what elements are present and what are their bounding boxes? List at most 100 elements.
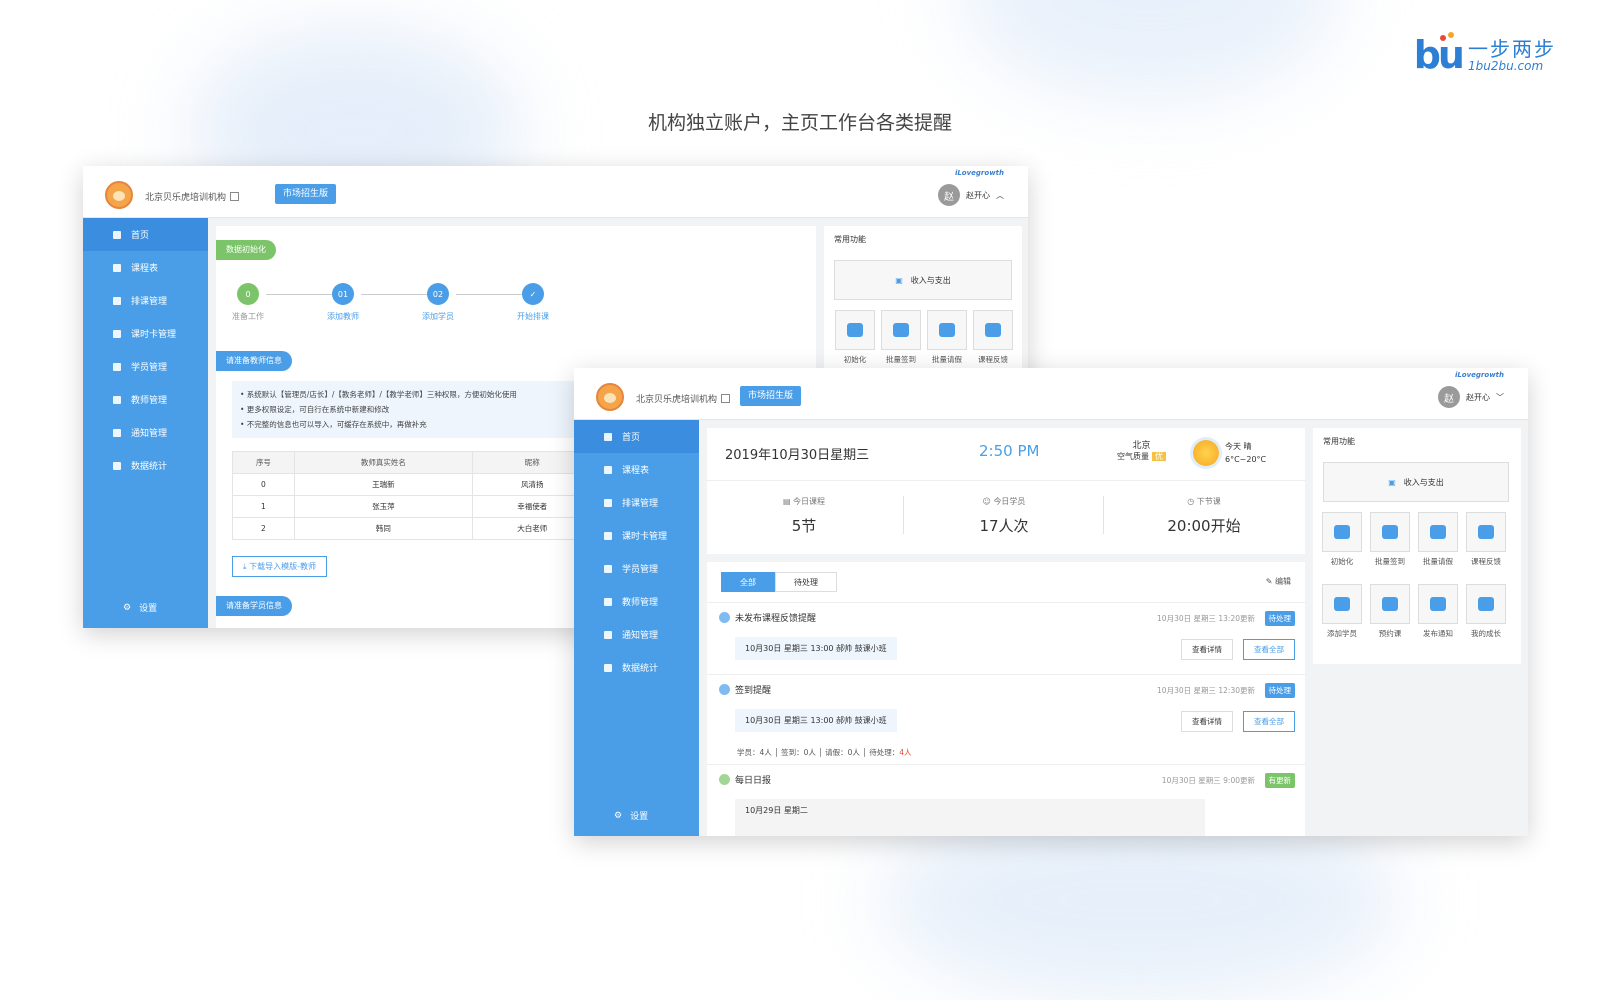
reminder-panel: 全部 待处理 ✎ 编辑 未发布课程反馈提醒 10月30日 星期三 13:20更新… (707, 562, 1305, 836)
settings-button[interactable]: ⚙ 设置 (614, 809, 648, 823)
qrcode-icon[interactable] (230, 192, 240, 201)
view-all-button[interactable]: 查看全部 (1243, 639, 1295, 660)
top-bar: iLovegrowth 北京贝乐虎培训机构 市场招生版 赵 赵开心 ︿ (83, 166, 1028, 218)
view-detail-button[interactable]: 查看详情 (1181, 711, 1233, 732)
status-badge: 待处理 (1264, 611, 1295, 626)
city-aqi: 北京 空气质量优 (1117, 438, 1166, 462)
sidebar-item-label: 通知管理 (131, 429, 168, 439)
view-detail-button[interactable]: 查看详情 (1181, 639, 1233, 660)
calendar-grid-icon (604, 465, 612, 474)
col-header: 教师真实姓名 (293, 451, 473, 474)
tab-all[interactable]: 全部 (721, 572, 775, 592)
user-icon: ☺ (982, 497, 994, 506)
quick-action[interactable]: 添加学员 (1321, 584, 1363, 639)
sidebar-item[interactable]: 课时卡管理 (574, 519, 699, 552)
quick-action[interactable]: 批量签到 (1369, 512, 1411, 567)
quick-action-icon (1478, 525, 1494, 539)
sidebar-item[interactable]: 课程表 (83, 251, 208, 284)
sidebar-item-label: 课程表 (131, 264, 159, 274)
sidebar-item[interactable]: 教师管理 (83, 383, 208, 416)
student-info-tag: 请准备学员信息 (216, 596, 292, 616)
sidebar-item[interactable]: 学员管理 (574, 552, 699, 585)
sidebar-item-label: 通知管理 (622, 631, 659, 641)
quick-action-icon (1382, 597, 1398, 611)
quick-action-icon (1334, 525, 1350, 539)
status-badge: 有更新 (1264, 773, 1295, 788)
stat-next-class: ◷ 下节课 20:00开始 (1167, 497, 1241, 535)
reminder-icon (719, 684, 730, 695)
quick-action[interactable]: 课程反馈 (1465, 512, 1507, 567)
quick-action-label: 批量请假 (1423, 557, 1453, 566)
user-menu[interactable]: 赵 赵开心 ﹀ (1438, 386, 1504, 408)
quick-action[interactable]: 预约课 (1369, 584, 1411, 639)
sidebar-item[interactable]: 教师管理 (574, 585, 699, 618)
sidebar-item-label: 数据统计 (131, 462, 168, 472)
init-step[interactable]: 02 添加学员 (408, 283, 468, 322)
quick-action[interactable]: 初始化 (1321, 512, 1363, 567)
bar-chart-icon (113, 461, 121, 470)
brand-name-cn: 一步两步 (1468, 37, 1556, 61)
brand-url: 1bu2bu.com (1468, 59, 1544, 73)
quick-action-icon (847, 323, 863, 337)
card-icon (113, 329, 121, 338)
sidebar-item[interactable]: 通知管理 (83, 416, 208, 449)
sidebar-item[interactable]: 首页 (83, 218, 208, 251)
reminder-daily-report: 每日日报 10月30日 星期三 9:00更新 有更新 10月29日 星期二 (707, 764, 1305, 836)
current-date: 2019年10月30日星期三 (725, 448, 870, 463)
bell-icon (604, 630, 612, 639)
quick-action-label: 课程反馈 (978, 355, 1008, 364)
tab-pending[interactable]: 待处理 (775, 572, 837, 592)
quick-action-label: 初始化 (1330, 557, 1354, 566)
org-logo-icon (105, 181, 133, 209)
quick-action[interactable]: 发布通知 (1417, 584, 1459, 639)
quick-action[interactable]: 课程反馈 (972, 310, 1014, 365)
schedule-icon (113, 296, 121, 305)
col-header: 序号 (232, 451, 295, 474)
sidebar-item[interactable]: 首页 (574, 420, 699, 453)
edit-button[interactable]: ✎ 编辑 (1266, 576, 1291, 587)
city-name: 北京 (1132, 441, 1151, 451)
user-name: 赵开心 (966, 190, 990, 200)
view-all-button[interactable]: 查看全部 (1243, 711, 1295, 732)
current-time: 2:50 PM (979, 442, 1040, 460)
init-step[interactable]: 0 准备工作 (218, 283, 278, 322)
sidebar-item-label: 首页 (131, 231, 150, 241)
app-window-home: iLovegrowth 北京贝乐虎培训机构 市场招生版 赵 赵开心 ﹀ 首页 课程… (574, 368, 1528, 836)
settings-button[interactable]: ⚙ 设置 (123, 601, 157, 615)
edition-badge[interactable]: 市场招生版 (275, 184, 337, 204)
sidebar-item[interactable]: 数据统计 (83, 449, 208, 482)
sidebar-item-label: 教师管理 (131, 396, 168, 406)
quick-action-label: 我的成长 (1471, 629, 1501, 638)
quick-action[interactable]: 批量请假 (926, 310, 968, 365)
init-step[interactable]: 01 添加教师 (313, 283, 373, 322)
quick-action-icon (985, 323, 1001, 337)
tagline: iLovegrowth (1454, 371, 1504, 379)
gear-icon: ⚙ (123, 602, 132, 613)
user-name: 赵开心 (1466, 392, 1490, 402)
qrcode-icon[interactable] (721, 394, 731, 403)
income-expense-button[interactable]: ▣ 收入与支出 (834, 260, 1012, 300)
quick-action[interactable]: 初始化 (834, 310, 876, 365)
sidebar-item[interactable]: 通知管理 (574, 618, 699, 651)
sidebar-item[interactable]: 课程表 (574, 453, 699, 486)
quick-action[interactable]: 我的成长 (1465, 584, 1507, 639)
sidebar-item[interactable]: 学员管理 (83, 350, 208, 383)
sidebar-item[interactable]: 数据统计 (574, 651, 699, 684)
init-step[interactable]: ✓ 开始排课 (503, 283, 563, 322)
sidebar-item[interactable]: 课时卡管理 (83, 317, 208, 350)
sidebar-item-label: 排课管理 (131, 297, 168, 307)
sidebar-item-label: 数据统计 (622, 664, 659, 674)
sidebar-item-label: 首页 (622, 433, 641, 443)
download-template-button[interactable]: ⤓ 下载导入模版-教师 (232, 556, 327, 577)
sidebar-item[interactable]: 排课管理 (574, 486, 699, 519)
quick-action[interactable]: 批量签到 (880, 310, 922, 365)
stat-today-courses: ▤ 今日课程 5节 (782, 497, 826, 535)
sun-icon (1193, 440, 1219, 466)
edition-badge[interactable]: 市场招生版 (740, 386, 802, 406)
wallet-icon: ▣ (1388, 477, 1396, 487)
user-menu[interactable]: 赵 赵开心 ︿ (938, 184, 1004, 206)
sidebar-item[interactable]: 排课管理 (83, 284, 208, 317)
income-expense-button[interactable]: ▣ 收入与支出 (1323, 462, 1509, 502)
quick-action[interactable]: 批量请假 (1417, 512, 1459, 567)
reminder-detail: 10月30日 星期三 13:00 郝帅 鼓课小班 (735, 709, 897, 732)
